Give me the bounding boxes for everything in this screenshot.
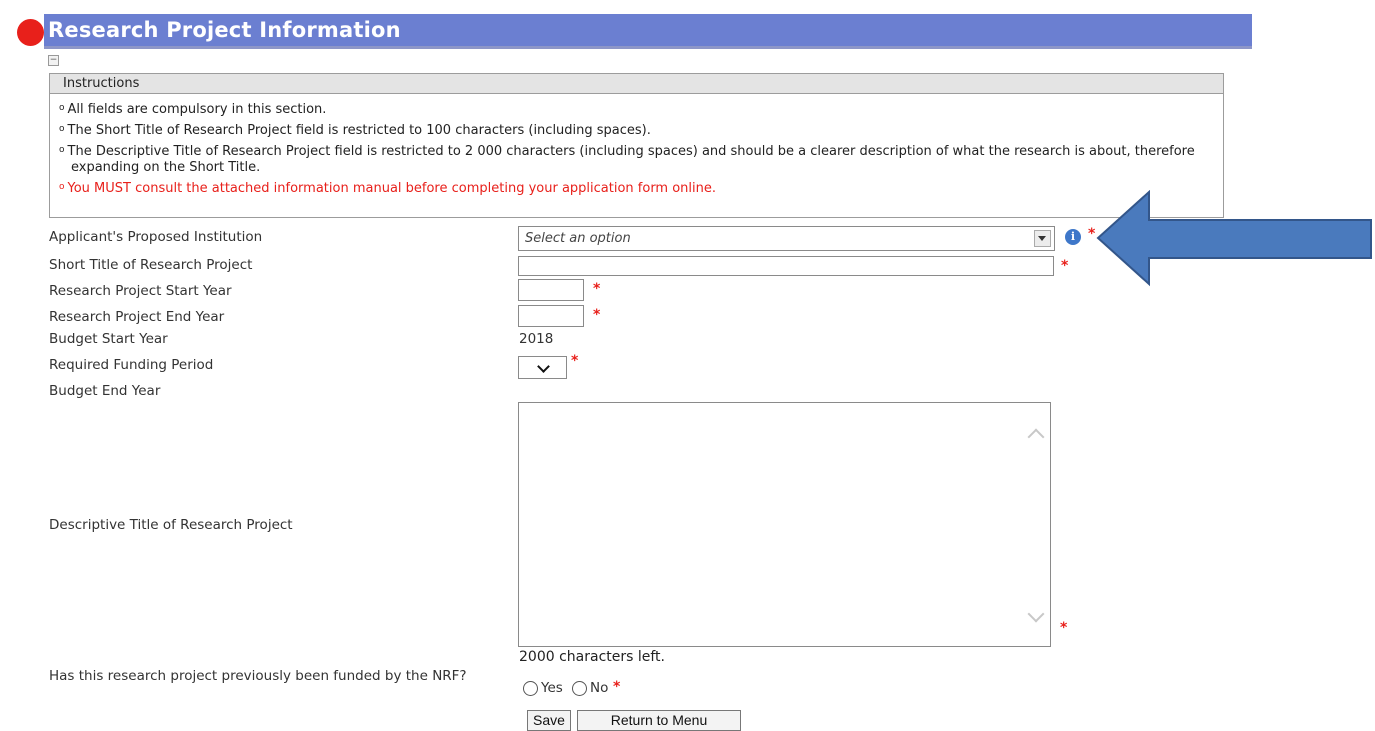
descriptive-title-textarea[interactable] [518, 402, 1051, 647]
institution-select[interactable]: Select an option [518, 226, 1055, 251]
scroll-down-icon[interactable] [1027, 605, 1045, 623]
end-year-label: Research Project End Year [49, 309, 225, 325]
required-marker: * [1088, 226, 1096, 242]
required-marker: * [593, 281, 601, 297]
required-marker: * [593, 307, 601, 323]
descriptive-title-label: Descriptive Title of Research Project [49, 517, 293, 533]
instruction-item: o The Short Title of Research Project fie… [59, 123, 651, 138]
status-dot-icon [17, 19, 44, 46]
previously-funded-label: Has this research project previously bee… [49, 668, 467, 684]
instructions-list: o All fields are compulsory in this secti… [50, 94, 1223, 197]
start-year-input[interactable] [518, 279, 584, 301]
radio-no[interactable] [572, 681, 587, 696]
budget-end-label: Budget End Year [49, 383, 161, 399]
funding-period-label: Required Funding Period [49, 357, 214, 373]
instruction-item: o All fields are compulsory in this secti… [59, 102, 327, 117]
save-button[interactable]: Save [527, 710, 571, 731]
instructions-panel: Instructions o All fields are compulsory … [49, 73, 1224, 218]
institution-label: Applicant's Proposed Institution [49, 229, 263, 245]
chevron-down-icon[interactable] [1034, 230, 1051, 247]
budget-start-value: 2018 [519, 331, 554, 347]
scroll-up-icon[interactable] [1027, 428, 1045, 446]
required-marker: * [571, 353, 579, 369]
funding-period-select[interactable] [518, 356, 567, 379]
info-icon[interactable]: i [1065, 229, 1081, 245]
end-year-input[interactable] [518, 305, 584, 327]
radio-yes-label: Yes [541, 680, 563, 696]
short-title-input[interactable] [518, 256, 1054, 276]
return-to-menu-button[interactable]: Return to Menu [577, 710, 741, 731]
instruction-warning: o You MUST consult the attached informati… [59, 181, 717, 196]
characters-left-counter: 2000 characters left. [519, 649, 665, 665]
instructions-heading: Instructions [50, 74, 1223, 94]
collapse-toggle-icon[interactable]: − [48, 55, 59, 66]
radio-no-label: No [590, 680, 609, 696]
required-marker: * [1060, 620, 1068, 636]
radio-yes[interactable] [523, 681, 538, 696]
institution-select-placeholder: Select an option [525, 231, 631, 246]
required-marker: * [1061, 258, 1069, 274]
budget-start-label: Budget Start Year [49, 331, 168, 347]
start-year-label: Research Project Start Year [49, 283, 232, 299]
instruction-item: o The Descriptive Title of Research Proje… [59, 144, 1195, 175]
required-marker: * [613, 679, 621, 695]
page-title: Research Project Information [48, 18, 401, 42]
short-title-label: Short Title of Research Project [49, 257, 253, 273]
left-arrow-icon [1096, 190, 1372, 287]
